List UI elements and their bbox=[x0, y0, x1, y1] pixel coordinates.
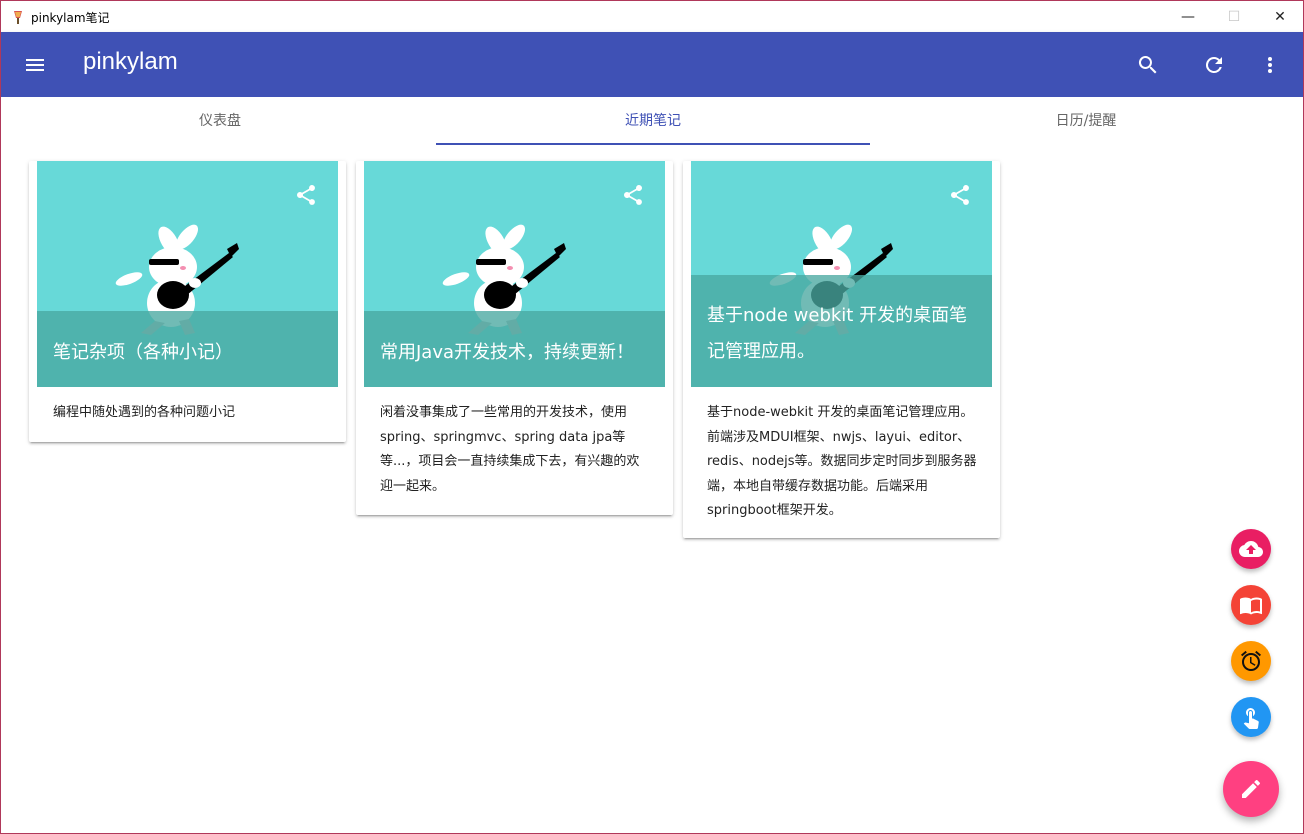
refresh-icon bbox=[1205, 56, 1222, 73]
cloud-upload-icon bbox=[1239, 541, 1263, 557]
book-icon bbox=[1240, 597, 1262, 615]
title-bar: pinkylam笔记 — ☐ ✕ bbox=[1, 1, 1303, 32]
tab-dashboard[interactable]: 仪表盘 bbox=[3, 97, 437, 143]
app-brand: pinkylam bbox=[83, 48, 178, 75]
card-description: 编程中随处遇到的各种问题小记 bbox=[53, 405, 236, 420]
tab-calendar-reminders[interactable]: 日历/提醒 bbox=[869, 97, 1303, 143]
tab-bar: 仪表盘 近期笔记 日历/提醒 bbox=[1, 97, 1303, 145]
alarm-fab[interactable] bbox=[1231, 641, 1271, 681]
card-title[interactable]: 常用Java开发技术，持续更新！ bbox=[380, 335, 652, 371]
share-icon[interactable] bbox=[948, 183, 972, 207]
edit-icon bbox=[1242, 779, 1261, 798]
more-vert-icon bbox=[1268, 57, 1272, 73]
upload-fab[interactable] bbox=[1231, 529, 1271, 569]
alarm-icon bbox=[1241, 650, 1261, 671]
minimize-icon: — bbox=[1181, 8, 1195, 25]
maximize-icon: ☐ bbox=[1227, 8, 1241, 25]
card-title[interactable]: 基于node webkit 开发的桌面笔记管理应用。 bbox=[707, 298, 979, 370]
menu-icon bbox=[26, 59, 44, 71]
edit-fab[interactable] bbox=[1223, 761, 1279, 817]
app-logo-icon bbox=[14, 11, 22, 24]
share-icon[interactable] bbox=[621, 183, 645, 207]
card-media: 笔记杂项（各种小记） bbox=[37, 161, 338, 387]
share-icon[interactable] bbox=[294, 183, 318, 207]
close-button[interactable]: ✕ bbox=[1257, 1, 1303, 32]
note-card[interactable]: 常用Java开发技术，持续更新！ 闲着没事集成了一些常用的开发技术，使用spri… bbox=[356, 161, 673, 515]
card-media: 常用Java开发技术，持续更新！ bbox=[364, 161, 665, 387]
refresh-button[interactable] bbox=[1198, 49, 1230, 81]
search-icon bbox=[1138, 56, 1157, 74]
minimize-button[interactable]: — bbox=[1165, 1, 1211, 32]
note-card[interactable]: 笔记杂项（各种小记） 编程中随处遇到的各种问题小记 bbox=[29, 161, 346, 442]
tab-recent-notes[interactable]: 近期笔记 bbox=[436, 97, 870, 143]
card-description: 闲着没事集成了一些常用的开发技术，使用spring、springmvc、spri… bbox=[380, 405, 640, 494]
touch-icon bbox=[1243, 708, 1259, 729]
close-icon: ✕ bbox=[1274, 8, 1286, 25]
card-media: 基于node webkit 开发的桌面笔记管理应用。 bbox=[691, 161, 992, 387]
notebook-fab[interactable] bbox=[1231, 585, 1271, 625]
card-title[interactable]: 笔记杂项（各种小记） bbox=[53, 335, 325, 371]
window-title: pinkylam笔记 bbox=[31, 11, 110, 25]
menu-button[interactable] bbox=[19, 49, 51, 81]
app-bar: pinkylam bbox=[1, 32, 1303, 97]
card-description: 基于node-webkit 开发的桌面笔记管理应用。前端涉及MDUI框架、nwj… bbox=[707, 405, 977, 518]
tab-active-indicator bbox=[436, 143, 870, 145]
app-window: pinkylam笔记 — ☐ ✕ pinkylam 仪表盘 近期笔记 日历/提醒… bbox=[0, 0, 1304, 834]
touch-fab[interactable] bbox=[1231, 697, 1271, 737]
maximize-button[interactable]: ☐ bbox=[1211, 1, 1257, 32]
search-button[interactable] bbox=[1132, 49, 1164, 81]
more-options-button[interactable] bbox=[1254, 49, 1286, 81]
note-card[interactable]: 基于node webkit 开发的桌面笔记管理应用。 基于node-webkit… bbox=[683, 161, 1000, 538]
